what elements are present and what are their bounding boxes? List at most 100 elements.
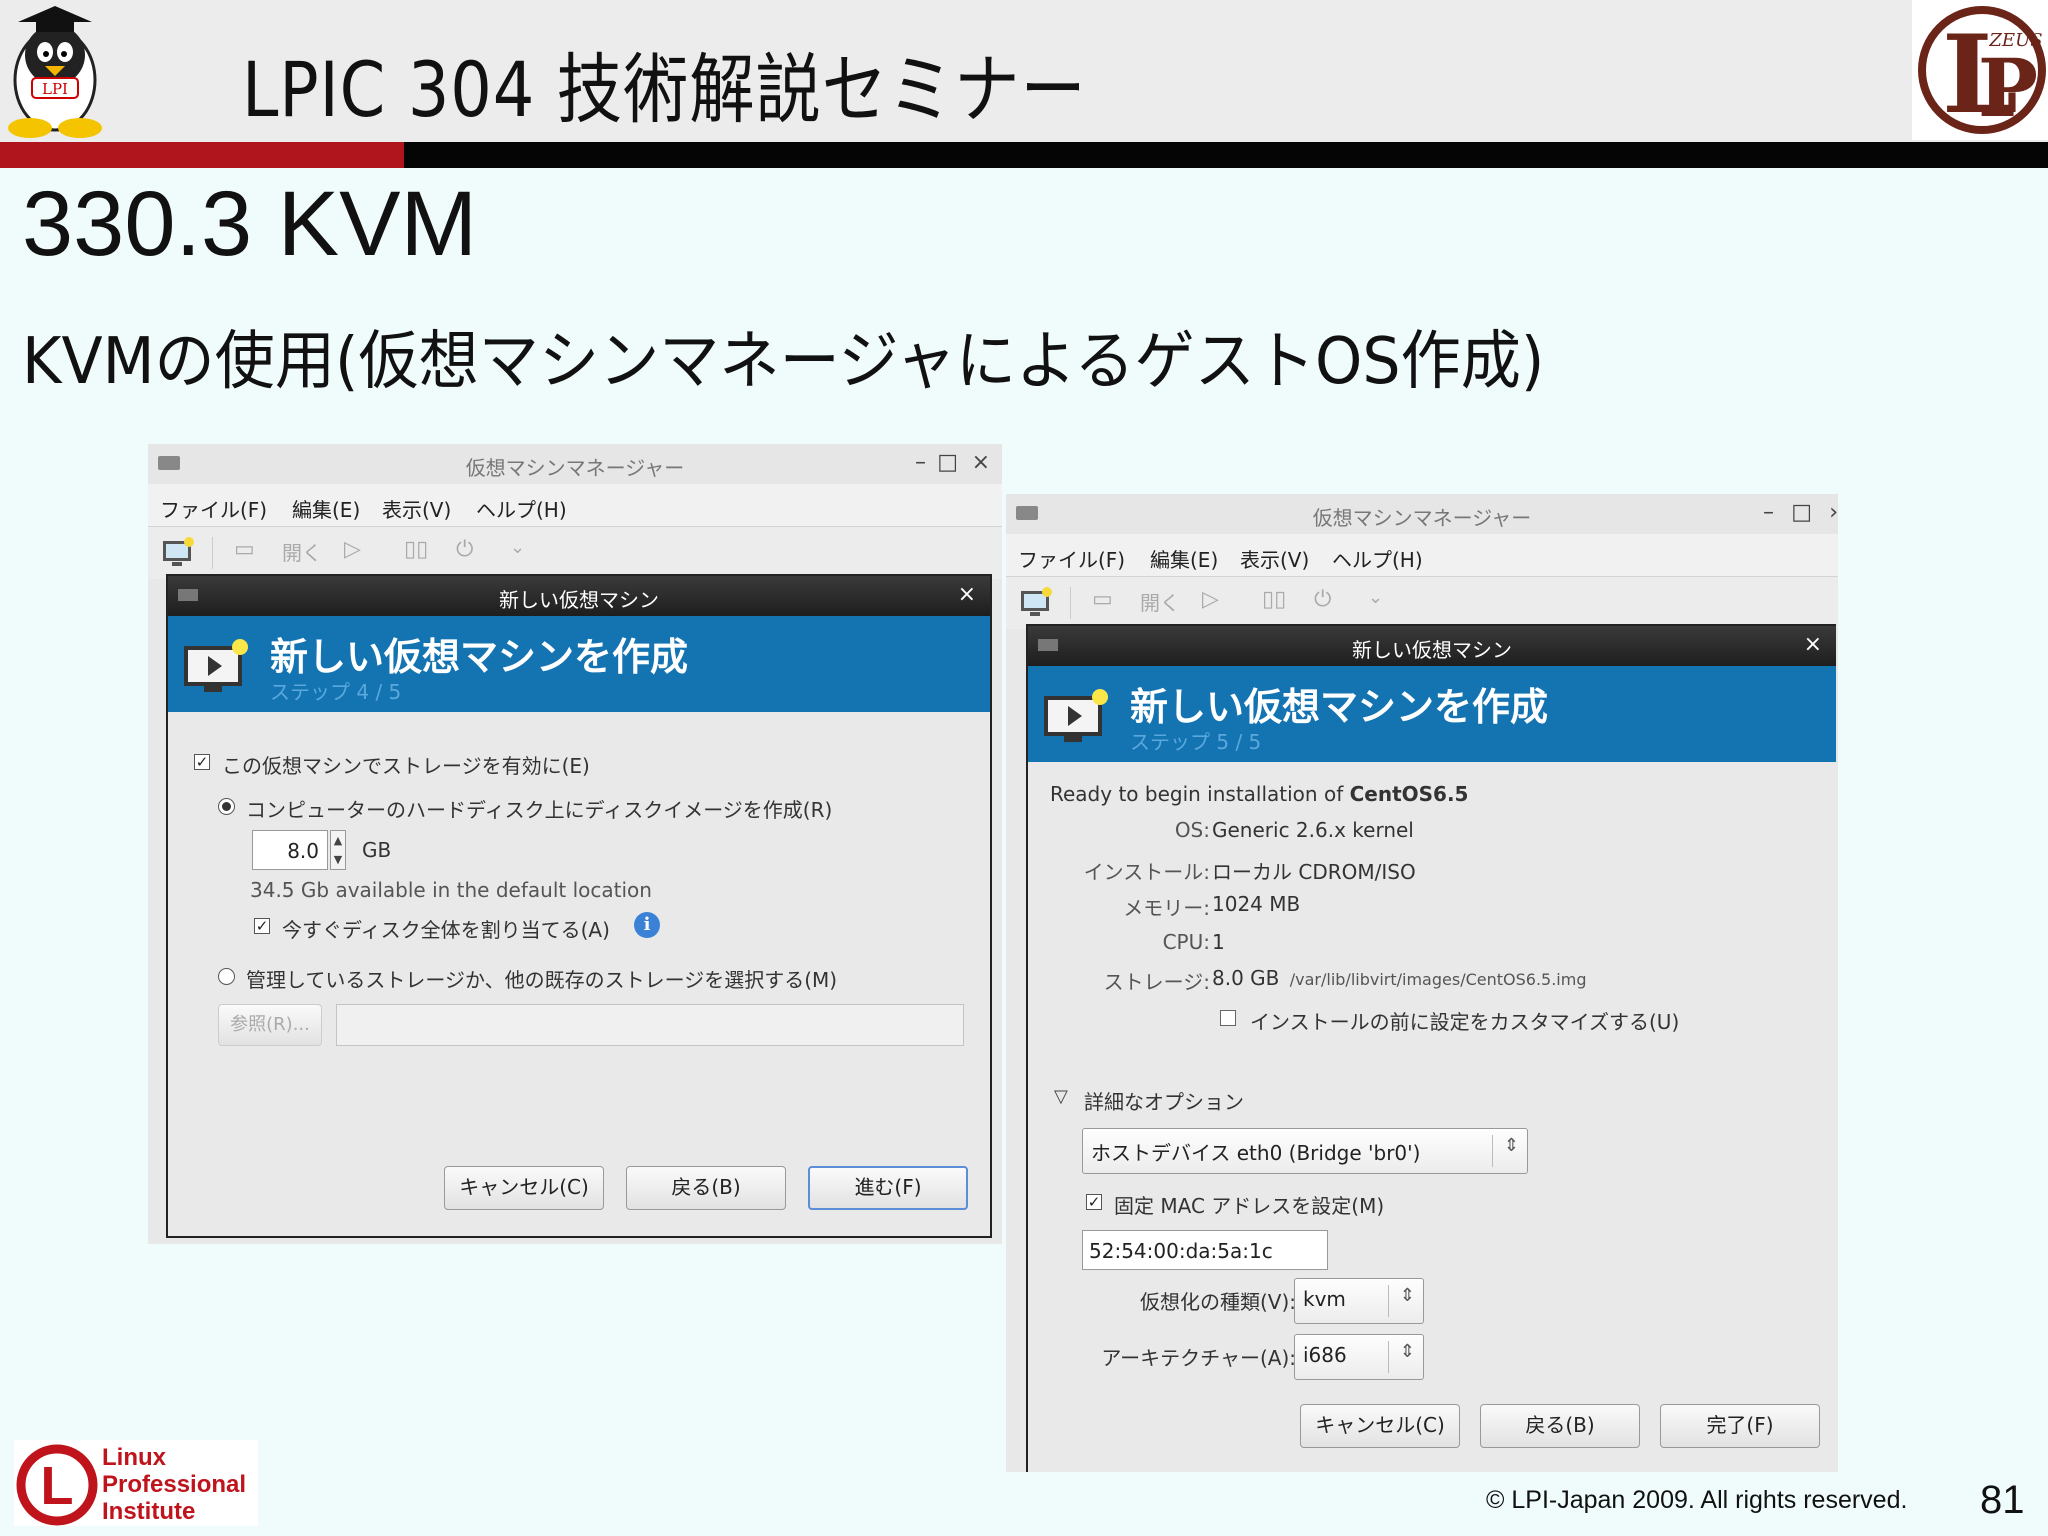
cancel-button[interactable]: キャンセル(C) — [444, 1166, 604, 1210]
dialog-step: ステップ 5 / 5 — [1130, 730, 1262, 754]
menu-view[interactable]: 表示(V) — [382, 494, 451, 523]
summary-value-memory: 1024 MB — [1212, 892, 1301, 916]
svg-text:LPI: LPI — [42, 80, 68, 98]
pause-icon[interactable]: ▯▯ — [1262, 587, 1286, 612]
left-menubar: ファイル(F) 編集(E) 表示(V) ヘルプ(H) — [148, 484, 1002, 527]
left-window-title: 仮想マシンマネージャー — [465, 456, 685, 480]
right-menubar: ファイル(F) 編集(E) 表示(V) ヘルプ(H) — [1006, 534, 1838, 577]
menu-file[interactable]: ファイル(F) — [160, 494, 267, 523]
enable-storage-checkbox[interactable]: ✓ — [194, 754, 210, 770]
back-button[interactable]: 戻る(B) — [1480, 1404, 1640, 1448]
disk-size-spinbox[interactable]: 8.0 — [252, 830, 328, 870]
lpi-line-2: Professional — [102, 1471, 247, 1498]
fixed-mac-label: 固定 MAC アドレスを設定(M) — [1114, 1194, 1385, 1218]
customize-checkbox[interactable] — [1220, 1010, 1236, 1026]
menu-view[interactable]: 表示(V) — [1240, 544, 1309, 573]
right-toolbar: ▭ 開く ▷ ▯▯ ⏻ ⌄ — [1006, 577, 1838, 629]
lpi-footer-text: Linux Professional Institute — [102, 1444, 246, 1525]
virt-type-select[interactable]: kvm ⇕ — [1294, 1278, 1424, 1324]
fixed-mac-checkbox[interactable]: ✓ — [1086, 1194, 1102, 1210]
finish-button[interactable]: 完了(F) — [1660, 1404, 1820, 1448]
vm-name: CentOS6.5 — [1349, 782, 1469, 806]
expander-triangle-icon[interactable]: ▽ — [1054, 1086, 1068, 1107]
close-icon[interactable]: › — [1829, 500, 1838, 525]
menu-file[interactable]: ファイル(F) — [1018, 544, 1125, 573]
enable-storage-label: この仮想マシンでストレージを有効に(E) — [222, 754, 590, 778]
mac-address-input[interactable]: 52:54:00:da:5a:1c — [1082, 1230, 1328, 1270]
host-device-select[interactable]: ホストデバイス eth0 (Bridge 'br0') ⇕ — [1082, 1128, 1528, 1174]
close-icon[interactable]: × — [972, 450, 990, 475]
combo-separator — [1388, 1341, 1389, 1373]
dialog-titlebar: 新しい仮想マシン × — [168, 576, 990, 616]
summary-label-install: インストール: — [1083, 860, 1210, 884]
cancel-button[interactable]: キャンセル(C) — [1300, 1404, 1460, 1448]
create-disk-radio[interactable] — [218, 798, 235, 815]
ready-text: Ready to begin installation of CentOS6.5 — [1050, 782, 1468, 806]
dialog-banner: 新しい仮想マシンを作成 ステップ 4 / 5 — [168, 616, 990, 712]
monitor-icon[interactable]: ▭ — [1092, 587, 1113, 612]
minimize-icon[interactable]: – — [915, 450, 926, 475]
host-device-value: ホストデバイス eth0 (Bridge 'br0') — [1091, 1141, 1421, 1165]
available-space-text: 34.5 Gb available in the default locatio… — [250, 878, 652, 902]
summary-value-install: ローカル CDROM/ISO — [1212, 860, 1416, 884]
right-window-title: 仮想マシンマネージャー — [1312, 506, 1532, 530]
play-icon[interactable]: ▷ — [1202, 587, 1219, 612]
chevron-down-icon[interactable]: ⌄ — [510, 537, 525, 558]
new-vm-icon[interactable] — [162, 537, 196, 567]
updown-arrow-icon: ⇕ — [1399, 1341, 1415, 1362]
virt-type-value: kvm — [1303, 1287, 1346, 1311]
select-managed-radio[interactable] — [218, 968, 235, 985]
menu-edit[interactable]: 編集(E) — [292, 494, 360, 523]
new-vm-icon[interactable] — [1020, 587, 1054, 617]
svg-text:P: P — [1978, 41, 2038, 135]
dialog-banner: 新しい仮想マシンを作成 ステップ 5 / 5 — [1028, 666, 1836, 762]
menu-help[interactable]: ヘルプ(H) — [476, 494, 567, 523]
lpi-line-1: Linux — [102, 1444, 166, 1471]
minimize-icon[interactable]: – — [1763, 500, 1774, 525]
slide-title: LPIC 304 技術解説セミナー — [242, 45, 1087, 134]
info-icon[interactable]: i — [634, 912, 660, 938]
dialog-heading: 新しい仮想マシンを作成 — [270, 635, 689, 679]
maximize-icon[interactable]: □ — [937, 450, 958, 475]
right-app-window: 仮想マシンマネージャー – □ › ファイル(F) 編集(E) 表示(V) ヘル… — [1006, 494, 1838, 1472]
section-title: 330.3 KVM — [22, 173, 478, 275]
open-button[interactable]: 開く — [282, 537, 322, 566]
left-window-titlebar: 仮想マシンマネージャー – □ × — [148, 444, 1002, 484]
disk-unit-label: GB — [362, 838, 392, 862]
pause-icon[interactable]: ▯▯ — [404, 537, 428, 562]
advanced-options-label[interactable]: 詳細なオプション — [1084, 1086, 1244, 1115]
storage-path-input[interactable] — [336, 1004, 964, 1046]
zeus-lp-logo: L P ZEUS — [1912, 0, 2048, 140]
monitor-icon[interactable]: ▭ — [234, 537, 255, 562]
power-icon[interactable]: ⏻ — [456, 537, 473, 562]
back-button[interactable]: 戻る(B) — [626, 1166, 786, 1210]
arch-select[interactable]: i686 ⇕ — [1294, 1334, 1424, 1380]
summary-label-memory: メモリー: — [1123, 896, 1210, 920]
open-button[interactable]: 開く — [1140, 587, 1180, 616]
menu-help[interactable]: ヘルプ(H) — [1332, 544, 1423, 573]
new-vm-dialog-step4: 新しい仮想マシン × 新しい仮想マシンを作成 ステップ 4 / 5 ✓ この仮想… — [166, 574, 992, 1238]
dialog-close-icon[interactable]: × — [958, 582, 976, 607]
allocate-now-checkbox[interactable]: ✓ — [254, 918, 270, 934]
power-icon[interactable]: ⏻ — [1314, 587, 1331, 612]
dialog-title: 新しい仮想マシン — [499, 588, 659, 612]
forward-button[interactable]: 進む(F) — [808, 1166, 968, 1210]
disk-size-stepper[interactable]: ▲ ▼ — [330, 830, 346, 870]
dialog-heading: 新しい仮想マシンを作成 — [1130, 685, 1549, 729]
dialog-close-icon[interactable]: × — [1804, 632, 1822, 657]
lpi-line-3: Institute — [102, 1498, 196, 1525]
svg-text:L: L — [41, 1456, 74, 1516]
summary-label-storage: ストレージ: — [1103, 970, 1210, 994]
left-app-window: 仮想マシンマネージャー – □ × ファイル(F) 編集(E) 表示(V) ヘル… — [148, 444, 1002, 1244]
disk-size-value: 8.0 — [287, 839, 319, 863]
chevron-down-icon[interactable]: ⌄ — [1368, 587, 1383, 608]
combo-separator — [1388, 1285, 1389, 1317]
play-icon[interactable]: ▷ — [344, 537, 361, 562]
summary-value-cpu: 1 — [1212, 930, 1225, 954]
updown-arrow-icon: ⇕ — [1399, 1285, 1415, 1306]
storage-path: /var/lib/libvirt/images/CentOS6.5.img — [1289, 970, 1587, 989]
browse-button[interactable]: 参照(R)... — [218, 1004, 322, 1046]
maximize-icon[interactable]: □ — [1791, 500, 1812, 525]
dialog-title: 新しい仮想マシン — [1352, 638, 1512, 662]
menu-edit[interactable]: 編集(E) — [1150, 544, 1218, 573]
